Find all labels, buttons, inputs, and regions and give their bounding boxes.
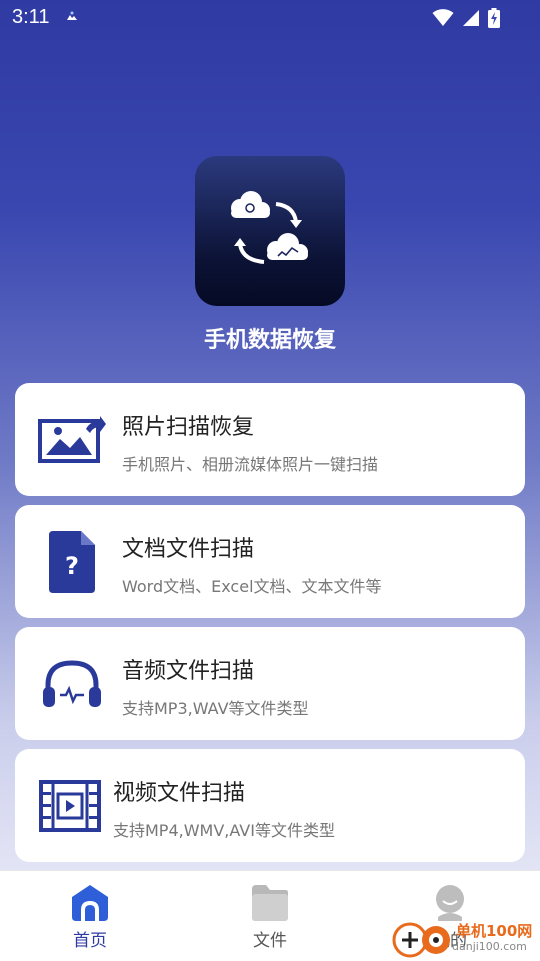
tab-home[interactable]: 首页 [0, 871, 180, 961]
home-icon [72, 885, 108, 921]
svg-text:?: ? [65, 552, 79, 580]
card-description: 手机照片、相册流媒体照片一键扫描 [122, 455, 379, 474]
app-logo [195, 156, 345, 306]
card-title: 视频文件扫描 [113, 781, 246, 806]
notification-icon [67, 11, 77, 20]
status-time: 3:11 [12, 6, 50, 28]
signal-icon [463, 10, 479, 26]
card-video-scan[interactable]: 视频文件扫描 支持MP4,WMV,AVI等文件类型 [15, 749, 525, 862]
tab-label: 文件 [253, 931, 287, 951]
card-document-scan[interactable]: ? 文档文件扫描 Word文档、Excel文档、文本文件等 [15, 505, 525, 618]
app-title: 手机数据恢复 [203, 328, 336, 353]
card-description: 支持MP4,WMV,AVI等文件类型 [113, 821, 335, 840]
status-icons [432, 8, 500, 28]
card-description: Word文档、Excel文档、文本文件等 [122, 577, 382, 596]
wifi-icon [432, 9, 454, 26]
tab-files[interactable]: 文件 [180, 871, 360, 961]
battery-icon [488, 8, 500, 28]
watermark-url: danji100.com [452, 940, 527, 953]
card-description: 支持MP3,WAV等文件类型 [122, 699, 309, 718]
card-title: 文档文件扫描 [122, 537, 255, 562]
card-title: 音频文件扫描 [122, 659, 255, 684]
photo-icon [37, 405, 107, 475]
folder-icon [252, 885, 288, 921]
status-bar: 3:11 [0, 0, 540, 36]
watermark-logo-icon [392, 922, 450, 958]
card-photo-scan[interactable]: 照片扫描恢复 手机照片、相册流媒体照片一键扫描 [15, 383, 525, 496]
video-icon [35, 771, 105, 841]
headphones-icon [37, 649, 107, 719]
user-icon [436, 885, 464, 921]
card-audio-scan[interactable]: 音频文件扫描 支持MP3,WAV等文件类型 [15, 627, 525, 740]
watermark: 单机100网 danji100.com [390, 918, 540, 960]
watermark-text: 单机100网 [456, 922, 533, 940]
cloud-sync-icon [231, 191, 308, 264]
tab-label: 首页 [73, 931, 107, 951]
card-title: 照片扫描恢复 [122, 415, 255, 440]
document-icon: ? [37, 527, 107, 597]
